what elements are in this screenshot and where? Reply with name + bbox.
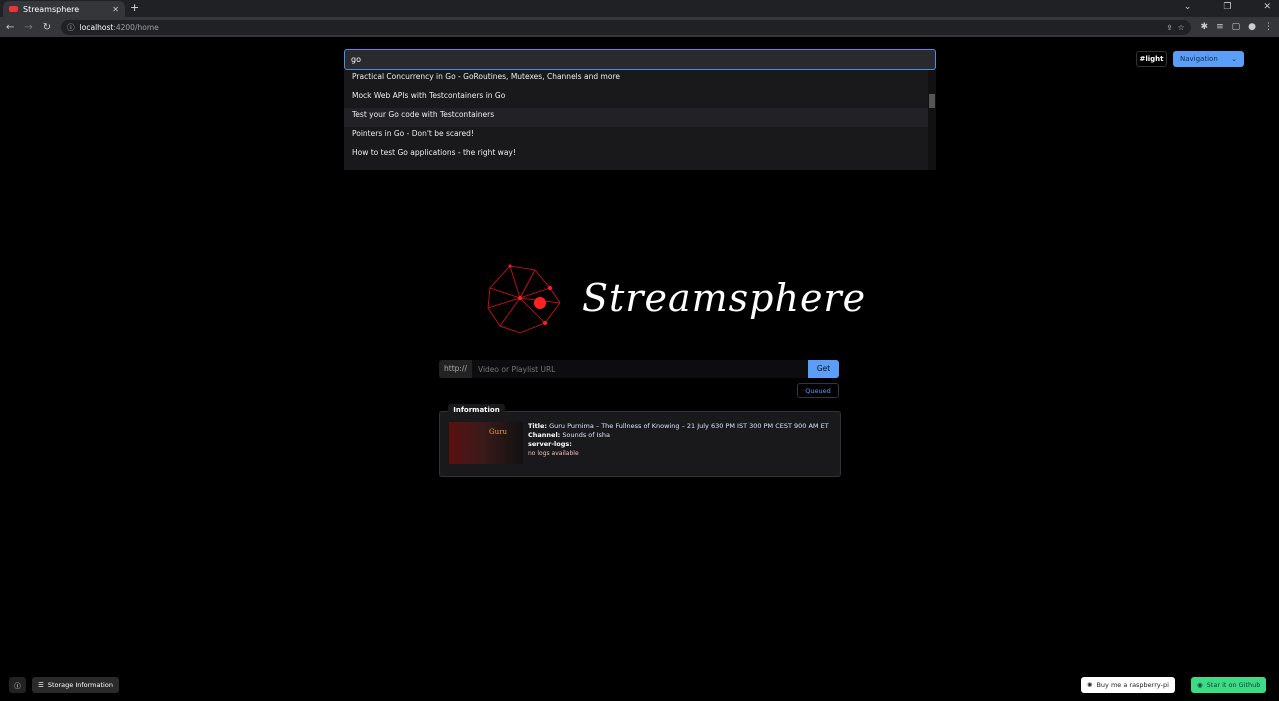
back-icon[interactable]: ← (6, 22, 14, 33)
information-panel: Guru Title: Guru Purnima – The Fullness … (439, 411, 841, 477)
channel-name: Sounds of Isha (562, 431, 611, 439)
search-result[interactable]: Pointers in Go - Don't be scared! (344, 127, 936, 146)
browser-tab[interactable]: Streamsphere ✕ (3, 1, 125, 17)
logo-text: Streamsphere (582, 276, 867, 320)
dropdown-scrollbar[interactable] (928, 70, 936, 170)
theme-toggle-button[interactable]: #light (1136, 51, 1167, 67)
storage-information-button[interactable]: ☰ Storage Information (32, 677, 119, 693)
reload-icon[interactable]: ↻ (43, 22, 51, 33)
avatar[interactable]: ● (1248, 22, 1256, 32)
video-url-input[interactable] (471, 360, 808, 378)
star-icon[interactable]: ☆ (1178, 23, 1185, 32)
server-logs: no logs available (528, 450, 579, 457)
github-button[interactable]: ◉ Star it on Github (1191, 677, 1267, 693)
search-result[interactable]: Mock Web APIs with Testcontainers in Go (344, 89, 936, 108)
donate-label: Buy me a raspberry-pi (1096, 681, 1169, 689)
new-tab-button[interactable]: + (130, 1, 139, 14)
sidepanel-icon[interactable]: ▢ (1232, 22, 1241, 32)
browser-toolbar: ← → ↻ ⓘ localhost:4200/home ⇪ ☆ ✱ ≡ ▢ ● ⋮ (0, 17, 1279, 37)
thumbnail-text: Guru (489, 428, 507, 436)
search-result[interactable]: Test your Go code with Testcontainers (344, 108, 936, 127)
donate-button[interactable]: ✺ Buy me a raspberry-pi (1081, 677, 1175, 693)
logo-mesh-icon (487, 264, 561, 334)
close-window-icon[interactable]: ✕ (1263, 2, 1271, 12)
share-icon[interactable]: ⇪ (1167, 23, 1173, 32)
menu-icon[interactable]: ⋮ (1264, 22, 1273, 32)
info-button[interactable]: ⓘ (9, 677, 26, 693)
minimize-icon[interactable]: ⌄ (1184, 2, 1192, 12)
title-label: Title: (528, 422, 548, 430)
information-tab: Information (448, 404, 505, 416)
restore-icon[interactable]: ❐ (1223, 2, 1231, 12)
info-icon: ⓘ (14, 682, 21, 690)
url-form: http:// Get (439, 360, 839, 378)
search-result[interactable]: How to test Go applications - the right … (344, 146, 936, 165)
media-icon[interactable]: ≡ (1216, 22, 1224, 32)
close-tab-icon[interactable]: ✕ (112, 5, 119, 14)
chevron-down-icon: ⌄ (1231, 55, 1237, 63)
video-thumbnail: Guru (449, 422, 523, 464)
queued-button[interactable]: Queued (797, 383, 839, 398)
forward-icon[interactable]: → (24, 22, 32, 33)
github-icon: ◉ (1197, 681, 1203, 689)
url-path: :4200/home (113, 22, 159, 32)
url-host: localhost (79, 22, 114, 32)
storage-label: Storage Information (47, 681, 113, 689)
get-button[interactable]: Get (808, 360, 839, 378)
url-prefix: http:// (439, 360, 472, 378)
server-logs-label: server-logs: (528, 440, 572, 448)
browser-tabbar: Streamsphere ✕ + ⌄ ❐ ✕ (0, 0, 1279, 17)
search-input[interactable] (344, 49, 936, 70)
favicon-icon (9, 6, 18, 12)
search-result[interactable]: Practical Concurrency in Go - GoRoutines… (344, 70, 936, 89)
github-label: Star it on Github (1206, 681, 1261, 689)
storage-icon: ☰ (38, 681, 44, 689)
tab-title: Streamsphere (23, 4, 80, 14)
navigation-dropdown[interactable]: Navigation ⌄ (1173, 51, 1244, 67)
extensions-icon[interactable]: ✱ (1201, 22, 1209, 32)
raspberry-icon: ✺ (1087, 681, 1093, 689)
channel-label: Channel: (528, 431, 561, 439)
video-title: Guru Purnima – The Fullness of Knowing –… (549, 422, 829, 430)
logo: Streamsphere (480, 258, 866, 338)
info-icon: ⓘ (67, 22, 75, 32)
navigation-label: Navigation (1180, 55, 1218, 63)
address-bar[interactable]: ⓘ localhost:4200/home ⇪ ☆ (61, 19, 1191, 35)
search-results-dropdown: Practical Concurrency in Go - GoRoutines… (344, 70, 936, 170)
